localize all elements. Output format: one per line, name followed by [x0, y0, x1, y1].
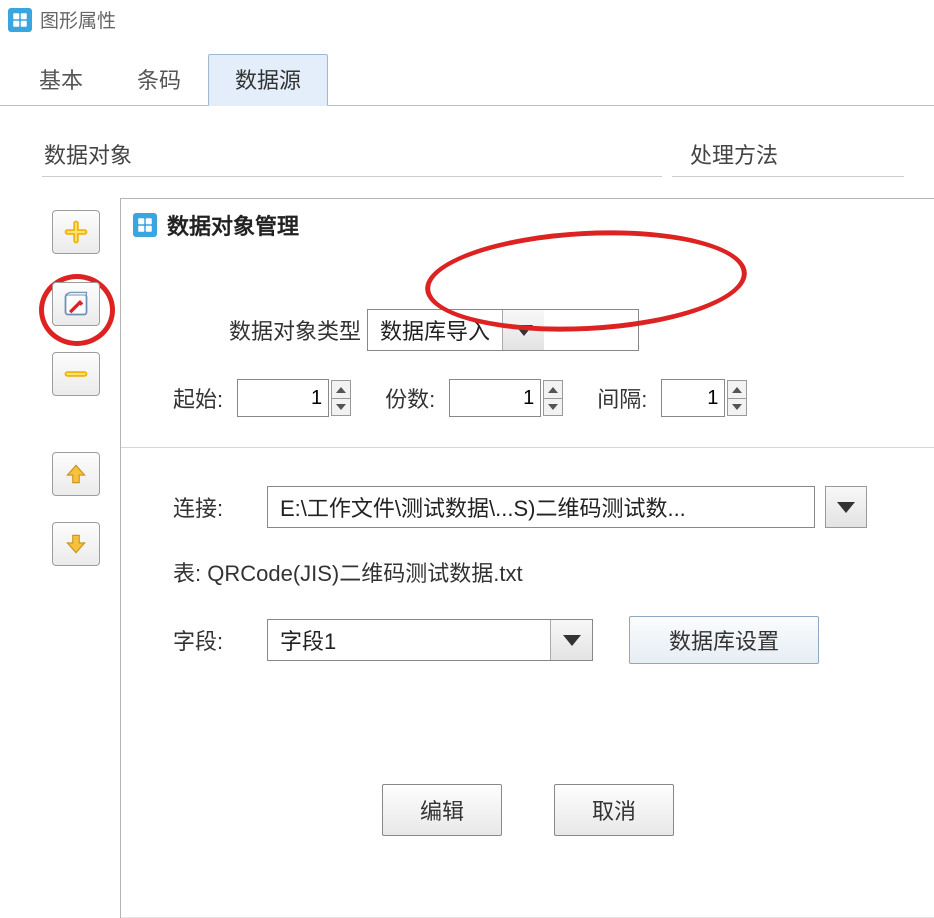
section-data-objects: 数据对象 [42, 138, 662, 177]
edit-confirm-button[interactable]: 编辑 [382, 784, 502, 836]
start-spin-up[interactable] [331, 380, 351, 398]
add-button[interactable] [52, 210, 100, 254]
edit-icon [62, 290, 90, 318]
field-dropdown-button[interactable] [550, 620, 592, 660]
tab-datasource[interactable]: 数据源 [208, 54, 328, 106]
window-title-bar: 图形属性 [0, 0, 934, 39]
minus-icon [63, 361, 89, 387]
arrow-up-icon [63, 461, 89, 487]
copies-spinner [543, 380, 563, 416]
data-object-dialog: 数据对象管理 数据对象类型 数据库导入 起始: 份数: [120, 198, 934, 918]
copies-spin-down[interactable] [543, 398, 563, 416]
chevron-up-icon [732, 387, 742, 393]
interval-label: 间隔: [597, 382, 647, 414]
field-value: 字段1 [268, 624, 550, 656]
divider [121, 447, 934, 448]
connect-value: E:\工作文件\测试数据\...S)二维码测试数... [268, 491, 814, 523]
start-spin-down[interactable] [331, 398, 351, 416]
table-label: 表: QRCode(JIS)二维码测试数据.txt [173, 556, 523, 588]
body-area: 数据对象 处理方法 数据对象管理 数据对象类型 数据库 [0, 106, 934, 177]
chevron-down-icon [548, 404, 558, 410]
start-spinner [331, 380, 351, 416]
window-title: 图形属性 [40, 6, 116, 33]
db-settings-button[interactable]: 数据库设置 [629, 616, 819, 664]
chevron-down-icon [515, 325, 533, 336]
section-process-methods: 处理方法 [672, 138, 904, 177]
connection-row: 连接: E:\工作文件\测试数据\...S)二维码测试数... [173, 486, 934, 528]
move-up-button[interactable] [52, 452, 100, 496]
plus-icon [63, 219, 89, 245]
start-input[interactable] [237, 379, 329, 417]
interval-spin-down[interactable] [727, 398, 747, 416]
object-toolbar [52, 210, 100, 566]
interval-spin-up[interactable] [727, 380, 747, 398]
copies-spin-up[interactable] [543, 380, 563, 398]
connect-label: 连接: [173, 491, 267, 523]
interval-spinner [727, 380, 747, 416]
type-combo[interactable]: 数据库导入 [367, 309, 639, 351]
dialog-actions: 编辑 取消 [121, 784, 934, 836]
type-row: 数据对象类型 数据库导入 [229, 309, 934, 351]
tab-basic[interactable]: 基本 [12, 54, 110, 106]
edit-button[interactable] [52, 282, 100, 326]
chevron-up-icon [548, 387, 558, 393]
copies-group: 份数: [385, 379, 563, 417]
sequence-row: 起始: 份数: 间隔: [173, 379, 934, 417]
type-dropdown-button[interactable] [502, 310, 544, 350]
type-value: 数据库导入 [368, 314, 502, 346]
field-combo[interactable]: 字段1 [267, 619, 593, 661]
connect-dropdown-button[interactable] [825, 486, 867, 528]
dialog-icon [133, 213, 157, 237]
copies-label: 份数: [385, 382, 435, 414]
dialog-title-bar: 数据对象管理 [121, 199, 934, 251]
type-label: 数据对象类型 [229, 314, 361, 346]
arrow-down-icon [63, 531, 89, 557]
chevron-down-icon [837, 502, 855, 513]
field-row: 字段: 字段1 数据库设置 [173, 616, 934, 664]
chevron-down-icon [563, 635, 581, 646]
dialog-title: 数据对象管理 [167, 209, 299, 241]
table-row: 表: QRCode(JIS)二维码测试数据.txt [173, 556, 934, 588]
remove-button[interactable] [52, 352, 100, 396]
field-label: 字段: [173, 624, 267, 656]
start-label: 起始: [173, 382, 223, 414]
tab-barcode[interactable]: 条码 [110, 54, 208, 106]
connect-combo[interactable]: E:\工作文件\测试数据\...S)二维码测试数... [267, 486, 815, 528]
app-icon [8, 8, 32, 32]
copies-input[interactable] [449, 379, 541, 417]
tabs: 基本 条码 数据源 [0, 53, 934, 106]
interval-group: 间隔: [597, 379, 747, 417]
move-down-button[interactable] [52, 522, 100, 566]
chevron-down-icon [336, 404, 346, 410]
section-headers: 数据对象 处理方法 [42, 138, 904, 177]
start-group: 起始: [173, 379, 351, 417]
cancel-button[interactable]: 取消 [554, 784, 674, 836]
chevron-down-icon [732, 404, 742, 410]
chevron-up-icon [336, 387, 346, 393]
interval-input[interactable] [661, 379, 725, 417]
